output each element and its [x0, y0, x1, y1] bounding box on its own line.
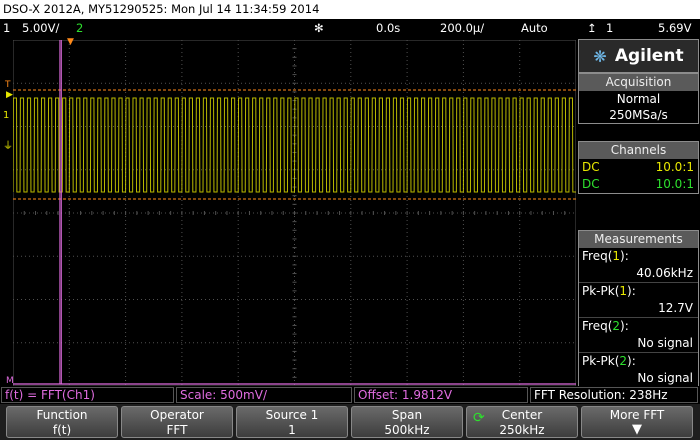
math-offset: Offset: 1.9812V — [354, 387, 528, 403]
ch1-number[interactable]: 1 — [3, 19, 10, 37]
down-arrow-icon: ▼ — [632, 422, 642, 437]
ch2-number[interactable]: 2 — [76, 19, 83, 37]
info-panel: ❋ Agilent Acquisition Normal 250MSa/s Ch… — [578, 38, 699, 388]
trigger-channel[interactable]: 1 — [606, 19, 613, 37]
window-title: DSO-X 2012A, MY51290525: Mon Jul 14 11:3… — [3, 2, 320, 16]
acquisition-mode: Normal — [616, 92, 661, 106]
more-fft-softkey[interactable]: More FFT ▼ — [581, 406, 693, 438]
channel-row-2: DC 10.0:1 — [582, 177, 694, 191]
span-softkey[interactable]: Span 500kHz — [351, 406, 463, 438]
logo-box: ❋ Agilent — [578, 39, 699, 73]
math-info-bar: f(t) = FFT(Ch1) Scale: 500mV/ Offset: 1.… — [0, 386, 700, 403]
channels-box[interactable]: Channels DC 10.0:1 DC 10.0:1 — [578, 141, 699, 194]
time-offset[interactable]: 0.0s — [376, 19, 400, 37]
acquisition-box[interactable]: Acquisition Normal 250MSa/s — [578, 73, 699, 124]
waveform-canvas[interactable] — [13, 40, 576, 386]
function-softkey[interactable]: Function f(t) — [6, 406, 118, 438]
measurement-pkpk-2: Pk-Pk(2): No signal — [579, 352, 698, 387]
math-scale: Scale: 500mV/ — [176, 387, 352, 403]
math-function-label: f(t) = FFT(Ch1) — [1, 387, 174, 403]
ch1-ground-symbol: ⏚ — [3, 141, 13, 152]
trigger-edge-icon: ↥ — [587, 21, 597, 35]
ch1-trace — [13, 97, 576, 193]
channel-row-1: DC 10.0:1 — [582, 160, 694, 174]
ch1-ground-marker: 1 — [3, 110, 10, 121]
ch1-scale[interactable]: 5.00V/ — [22, 19, 59, 37]
measurements-title: Measurements — [579, 231, 698, 248]
measurements-box[interactable]: Measurements Freq(1): 40.06kHz Pk-Pk(1):… — [578, 230, 699, 388]
measurement-freq-1: Freq(1): 40.06kHz — [582, 249, 693, 280]
measurement-freq-2: Freq(2): No signal — [579, 317, 698, 352]
center-softkey[interactable]: ⟳ Center 250kHz — [466, 406, 578, 438]
ch1-upper-marker: ▶ — [6, 90, 13, 100]
time-scale[interactable]: 200.0µ/ — [440, 19, 484, 37]
source1-softkey[interactable]: Source 11 — [236, 406, 348, 438]
trigger-position-marker: ▼ — [67, 37, 74, 47]
fft-resolution: FFT Resolution: 238Hz — [530, 387, 698, 403]
trigger-mode[interactable]: Auto — [521, 19, 548, 37]
trigger-level[interactable]: 5.69V — [658, 19, 691, 37]
agilent-logo: ❋ Agilent — [579, 40, 698, 72]
status-bar: 1 5.00V/ 2 ✻ 0.0s 200.0µ/ Auto ↥ 1 5.69V — [0, 19, 700, 37]
agilent-spark-icon: ❋ — [593, 46, 607, 66]
trigger-marker-t: T — [5, 80, 11, 90]
waveform-display[interactable] — [13, 40, 576, 386]
operator-softkey[interactable]: Operator FFT — [121, 406, 233, 438]
sample-rate: 250MSa/s — [609, 108, 668, 122]
settings-icon[interactable]: ✻ — [314, 19, 324, 37]
channels-title: Channels — [579, 142, 698, 159]
measurement-pkpk-1: Pk-Pk(1): 12.7V — [579, 282, 698, 317]
title-bar: DSO-X 2012A, MY51290525: Mon Jul 14 11:3… — [0, 0, 700, 19]
acquisition-title: Acquisition — [579, 74, 698, 91]
softkey-bar: Function f(t) Operator FFT Source 11 Span 5… — [0, 404, 700, 440]
math-marker: M — [6, 376, 14, 386]
entry-knob-icon: ⟳ — [473, 410, 485, 426]
